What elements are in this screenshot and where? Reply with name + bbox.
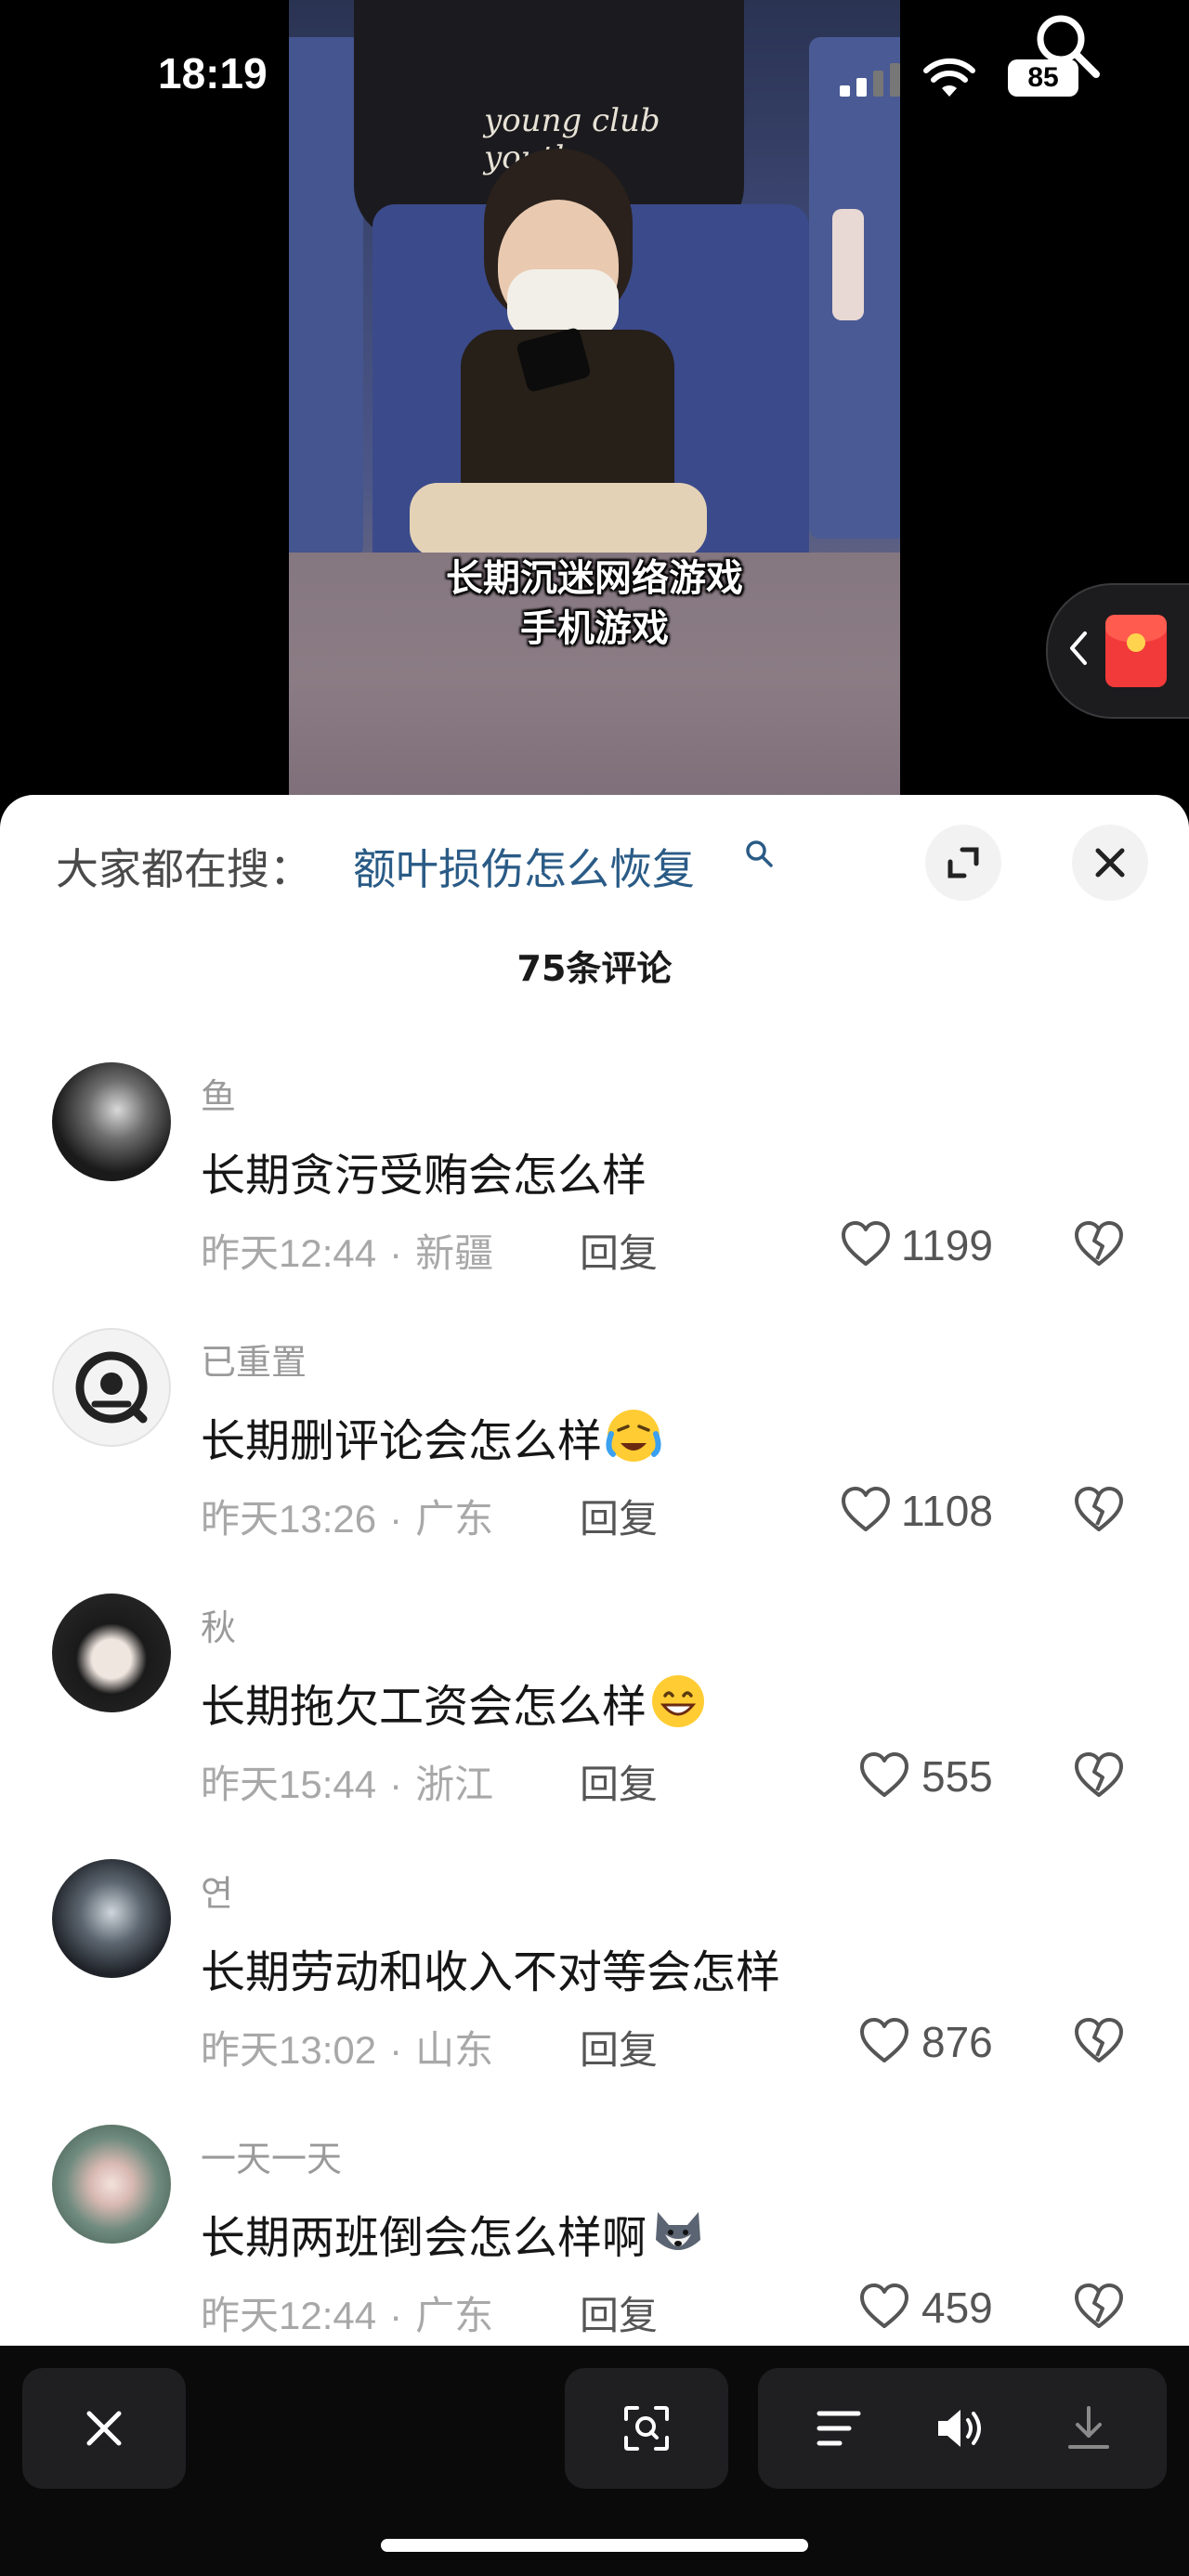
comment-location: 广东 (415, 1497, 494, 1541)
video-caption: 长期沉迷网络游戏 手机游戏 (289, 553, 900, 654)
comment-meta: 昨天15:44 · 浙江 (201, 1763, 494, 1806)
comment-text-content: 长期删评论会怎么样 (201, 1415, 603, 1467)
heart-icon[interactable] (858, 2281, 910, 2333)
search-suggestion-prefix: 大家都在搜： (56, 844, 312, 894)
status-time: 18:19 (158, 49, 268, 98)
comment-meta: 昨天12:44 · 新疆 (201, 1231, 494, 1275)
comment-username[interactable]: 연 (201, 1865, 233, 1916)
like-count: 459 (921, 2283, 993, 2332)
comments-sheet: 大家都在搜： 额叶损伤怎么恢复 75条评论 鱼 长期贪污受贿会怎么样 昨天12:… (0, 795, 1189, 2346)
like-count: 1199 (901, 1221, 993, 1269)
expand-icon (947, 847, 979, 878)
broken-heart-icon[interactable] (1073, 1750, 1125, 1802)
comment-time: 昨天12:44 (201, 2294, 377, 2337)
comment-meta: 昨天13:02 · 山东 (201, 2028, 494, 2072)
reply-button[interactable]: 回复 (580, 2284, 658, 2341)
comment-username[interactable]: 鱼 (201, 1068, 236, 1119)
like-count: 1108 (901, 1487, 993, 1535)
like-count: 876 (921, 2018, 993, 2066)
caption-line: 手机游戏 (520, 607, 669, 650)
husky-face-icon (656, 2212, 701, 2250)
video-player[interactable]: young club youth 长期沉迷网络游戏 手机游戏 (289, 0, 900, 799)
comment-location: 广东 (415, 2294, 494, 2337)
comment-username[interactable]: 已重置 (201, 1334, 307, 1385)
comment-text: 长期贪污受贿会怎么样 (201, 1138, 647, 1203)
heart-icon[interactable] (840, 1484, 892, 1536)
comment-text: 长期删评论会怎么样 (201, 1404, 663, 1469)
comment-time: 昨天15:44 (201, 1763, 377, 1806)
chevron-left-icon[interactable] (1065, 628, 1091, 669)
avatar[interactable] (52, 1062, 171, 1181)
home-indicator[interactable] (381, 2539, 808, 2552)
comment-time: 昨天13:02 (201, 2028, 377, 2072)
comment-text-content: 长期拖欠工资会怎么样 (201, 1681, 647, 1733)
reply-button[interactable]: 回复 (580, 2019, 658, 2075)
comment-username[interactable]: 秋 (201, 1599, 236, 1650)
avatar[interactable] (52, 1594, 171, 1712)
comment-text: 长期劳动和收入不对等会怎样 (201, 1935, 780, 2000)
heart-icon[interactable] (858, 1750, 910, 1802)
bottle (832, 209, 864, 320)
envelope-coin (1127, 633, 1145, 652)
broken-heart-icon[interactable] (1073, 2281, 1125, 2333)
lens-search-icon (624, 2406, 669, 2451)
red-envelope-icon[interactable] (1105, 615, 1167, 687)
avatar-logo-icon (75, 1351, 148, 1424)
search-small-icon[interactable] (743, 838, 777, 871)
comment-item: 秋 长期拖欠工资会怎么样 昨天15:44 · 浙江 回复 555 (0, 1594, 1189, 1859)
avatar[interactable] (52, 2125, 171, 2244)
child-legs (410, 483, 707, 557)
comment-username[interactable]: 一天一天 (201, 2130, 342, 2181)
reply-button[interactable]: 回复 (580, 1222, 658, 1279)
wifi-icon (923, 58, 975, 97)
toolbar-close-button[interactable] (22, 2368, 186, 2489)
like-count: 555 (921, 1752, 993, 1801)
face-mask (507, 269, 619, 339)
loudly-crying-face-icon (606, 1410, 661, 1462)
comment-count: 75条评论 (516, 948, 673, 989)
comment-time: 昨天13:26 (201, 1497, 377, 1541)
comment-text: 长期拖欠工资会怎么样 (201, 1670, 708, 1735)
close-icon (1095, 848, 1125, 878)
comment-text-content: 长期两班倒会怎么样啊 (201, 2212, 647, 2264)
close-icon (86, 2411, 122, 2446)
heart-icon[interactable] (840, 1218, 892, 1270)
comment-time: 昨天12:44 (201, 1231, 377, 1275)
comment-text-content: 长期劳动和收入不对等会怎样 (201, 1946, 781, 1998)
comment-text: 长期两班倒会怎么样啊 (201, 2201, 708, 2266)
broken-heart-icon[interactable] (1073, 2015, 1125, 2067)
signal-icon (840, 63, 900, 97)
comment-meta: 昨天12:44 · 广东 (201, 2294, 494, 2337)
avatar[interactable] (52, 1328, 171, 1447)
heart-icon[interactable] (858, 2015, 910, 2067)
comment-item: 연 长期劳动和收入不对等会怎样 昨天13:02 · 山东 回复 876 (0, 1859, 1189, 2125)
expand-button[interactable] (925, 825, 1001, 901)
comment-item: 鱼 长期贪污受贿会怎么样 昨天12:44 · 新疆 回复 1199 (0, 1062, 1189, 1328)
reply-button[interactable]: 回复 (580, 1753, 658, 1810)
comment-item: 一天一天 长期两班倒会怎么样啊 昨天12:44 · 广东 回复 459 (0, 2125, 1189, 2346)
comment-meta: 昨天13:26 · 广东 (201, 1497, 494, 1541)
comment-location: 浙江 (415, 1763, 494, 1806)
seat-decoration (289, 37, 363, 557)
search-icon[interactable] (1029, 7, 1104, 82)
avatar[interactable] (52, 1859, 171, 1978)
broken-heart-icon[interactable] (1073, 1218, 1125, 1270)
close-comments-button[interactable] (1072, 825, 1148, 901)
toolbar-actions-group (758, 2368, 1167, 2489)
comment-text-content: 长期贪污受贿会怎么样 (201, 1150, 647, 1202)
comment-location: 新疆 (415, 1231, 494, 1275)
comment-location: 山东 (415, 2028, 494, 2072)
grinning-face-icon (652, 1675, 705, 1727)
broken-heart-icon[interactable] (1073, 1484, 1125, 1536)
image-search-button[interactable] (565, 2368, 728, 2489)
reply-button[interactable]: 回复 (580, 1488, 658, 1544)
speaker-icon[interactable] (934, 2405, 986, 2452)
comment-item: 已重置 长期删评论会怎么样 昨天13:26 · 广东 回复 1108 (0, 1328, 1189, 1594)
caption-line: 长期沉迷网络游戏 (446, 557, 743, 600)
download-icon[interactable] (1065, 2404, 1113, 2452)
search-suggestion-link[interactable]: 额叶损伤怎么恢复 (353, 836, 695, 897)
menu-lines-icon[interactable] (816, 2406, 862, 2451)
